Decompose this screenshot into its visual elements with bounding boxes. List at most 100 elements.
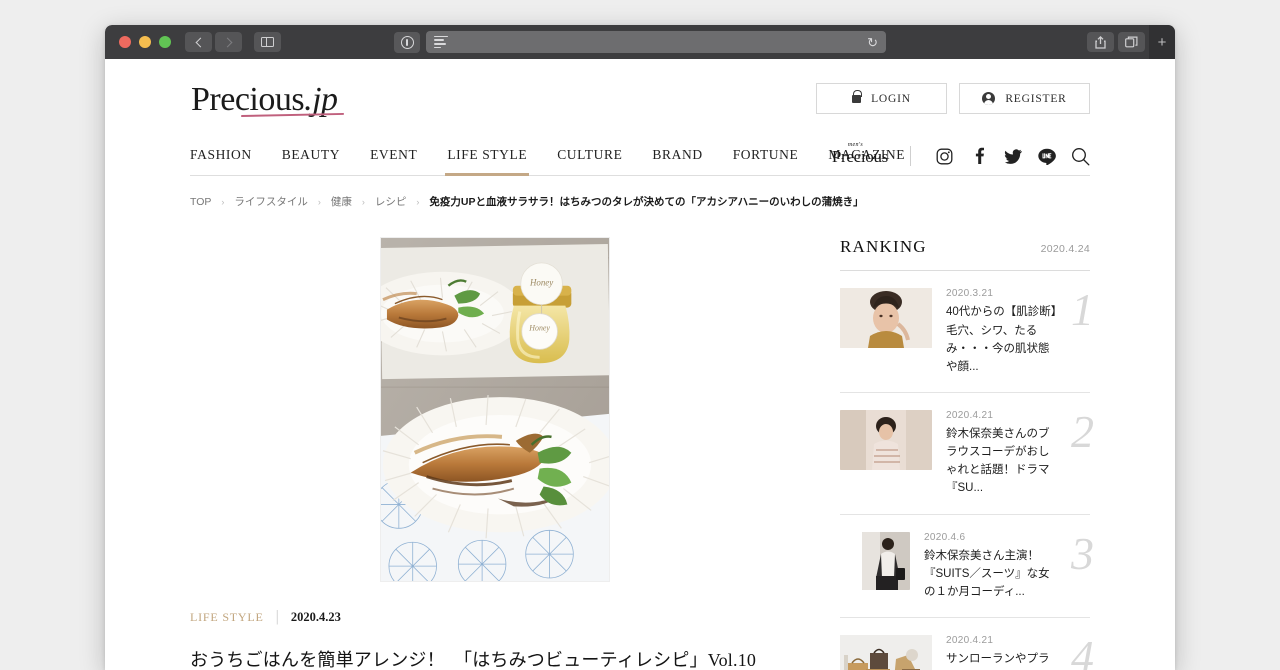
mens-precious-sup: men's: [847, 141, 863, 148]
ranking-item-body: 2020.4.6 鈴木保奈美さん主演！『SUITS／スーツ』な女の１か月コーディ…: [924, 532, 1090, 601]
sidebar-toggle-group: [254, 32, 281, 52]
twitter-icon[interactable]: [1003, 147, 1022, 166]
page-viewport: Precious.jp LOGIN REGISTER FASHION BEAUT…: [105, 59, 1175, 670]
ranking-item-date: 2020.3.21: [946, 288, 994, 300]
ranking-item-number: 2: [1071, 406, 1094, 458]
breadcrumb-separator: ›: [361, 196, 365, 207]
mens-precious-logo[interactable]: men's Precious: [831, 142, 888, 166]
auth-buttons: LOGIN REGISTER: [816, 83, 1090, 114]
ranking-thumbnail: [840, 635, 932, 670]
breadcrumb-separator: ›: [416, 196, 420, 207]
breadcrumb-item-top[interactable]: TOP: [190, 196, 211, 208]
site-logo[interactable]: Precious.jp: [191, 81, 338, 118]
breadcrumb-item-recipe[interactable]: レシピ: [375, 194, 407, 209]
facebook-icon[interactable]: [969, 147, 988, 166]
article-meta: LIFE STYLE | 2020.4.23: [190, 608, 800, 626]
article-category[interactable]: LIFE STYLE: [190, 610, 264, 625]
login-label: LOGIN: [871, 92, 911, 105]
register-label: REGISTER: [1005, 92, 1067, 105]
maximize-window-button[interactable]: [159, 36, 171, 48]
nav-item-culture[interactable]: CULTURE: [557, 147, 622, 175]
breadcrumb: TOP › ライフスタイル › 健康 › レシピ › 免疫力UPと血液サラサラ！…: [190, 194, 1090, 209]
ranking-item-number: 3: [1071, 527, 1094, 579]
sidebar-icon: [261, 37, 274, 47]
ranking-title: RANKING: [840, 237, 927, 257]
share-icon: [1095, 35, 1106, 49]
nav-item-life-style[interactable]: LIFE STYLE: [445, 147, 530, 177]
breadcrumb-item-lifestyle[interactable]: ライフスタイル: [234, 194, 308, 209]
ranking-item-title: 鈴木保奈美さん主演！『SUITS／スーツ』な女の１か月コーディ...: [924, 549, 1050, 598]
nav-item-fashion[interactable]: FASHION: [190, 147, 252, 175]
lock-icon: [852, 89, 863, 103]
chevron-left-icon: [195, 37, 205, 47]
ranking-item[interactable]: 2020.3.21 40代からの【肌診断】毛穴、シワ、たるみ・・・今の肌状態や顔…: [840, 271, 1094, 394]
nav-divider: [910, 146, 911, 167]
navigation-buttons: [185, 32, 242, 52]
ranking-item-body: 2020.3.21 40代からの【肌診断】毛穴、シワ、たるみ・・・今の肌状態や顔…: [946, 288, 1090, 376]
nav-item-brand[interactable]: BRAND: [652, 147, 702, 175]
article-subtitle: おうちごはんを簡単アレンジ！ 「はちみつビューティレシピ」Vol.10: [190, 650, 757, 670]
toolbar-right-group: +: [1087, 25, 1175, 59]
reader-view-icon[interactable]: [434, 35, 448, 49]
ranking-thumbnail: [840, 288, 932, 349]
new-tab-button[interactable]: +: [1149, 25, 1175, 59]
minimize-window-button[interactable]: [139, 36, 151, 48]
nav-item-fortune[interactable]: FORTUNE: [733, 147, 799, 175]
ranking-item-body: 2020.4.21 鈴木保奈美さんのブラウスコーデがおしゃれと話題！ドラマ『SU…: [946, 410, 1090, 498]
line-icon[interactable]: [1037, 147, 1056, 166]
breadcrumb-separator: ›: [221, 196, 225, 207]
ranking-item-title: サンローランやプラダなどから厳選！センスのいい「かごバッグ...: [946, 653, 1050, 666]
person-icon: [982, 92, 996, 105]
instagram-icon[interactable]: [935, 147, 954, 166]
site-logo-suffix: .jp: [304, 81, 338, 118]
breadcrumb-item-health[interactable]: 健康: [331, 194, 352, 209]
sidebar-ranking: RANKING 2020.4.24 2020.3.21 40代からの【肌診断】毛…: [840, 237, 1094, 670]
ranking-item-date: 2020.4.21: [946, 635, 994, 647]
breadcrumb-separator: ›: [317, 196, 321, 207]
article-date: 2020.4.23: [290, 609, 341, 624]
browser-window: ↻ + Precious.jp LOGIN REGISTER FASHION B…: [105, 25, 1175, 670]
ranking-item-title: 40代からの【肌診断】毛穴、シワ、たるみ・・・今の肌状態や顔...: [946, 306, 1057, 373]
ranking-date: 2020.4.24: [1040, 243, 1090, 256]
ranking-item[interactable]: 2020.4.21 鈴木保奈美さんのブラウスコーデがおしゃれと話題！ドラマ『SU…: [840, 393, 1094, 515]
ranking-thumbnail: [862, 531, 910, 590]
content-columns: Honey Honey LIFE STYLE | 2020.4.23 おうちごは…: [190, 237, 1094, 670]
sidebar-toggle-button[interactable]: [254, 32, 281, 52]
close-window-button[interactable]: [119, 36, 131, 48]
article-column: Honey Honey LIFE STYLE | 2020.4.23 おうちごは…: [190, 237, 800, 670]
ranking-item-date: 2020.4.6: [924, 531, 966, 543]
login-button[interactable]: LOGIN: [816, 83, 947, 114]
ranking-thumbnail: [840, 410, 932, 471]
ranking-item[interactable]: 2020.4.21 サンローランやプラダなどから厳選！センスのいい「かごバッグ.…: [840, 618, 1094, 670]
article-hero-image: Honey Honey: [380, 237, 610, 583]
mens-precious-main: Precious: [831, 146, 888, 166]
address-bar-group: ↻: [394, 31, 886, 53]
ranking-item-body: 2020.4.21 サンローランやプラダなどから厳選！センスのいい「かごバッグ.…: [946, 635, 1090, 670]
ranking-header: RANKING 2020.4.24: [840, 237, 1090, 272]
ranking-item-number: 4: [1071, 631, 1094, 670]
nav-item-event[interactable]: EVENT: [370, 147, 417, 175]
back-button[interactable]: [185, 32, 212, 52]
register-button[interactable]: REGISTER: [959, 83, 1090, 114]
share-button[interactable]: [1087, 32, 1114, 52]
ranking-item[interactable]: 2020.4.6 鈴木保奈美さん主演！『SUITS／スーツ』な女の１か月コーディ…: [840, 515, 1094, 619]
forward-button[interactable]: [215, 32, 242, 52]
nav-item-beauty[interactable]: BEAUTY: [282, 147, 340, 175]
privacy-report-button[interactable]: [394, 31, 420, 53]
tabs-icon: [1125, 36, 1138, 48]
site-header: Precious.jp LOGIN REGISTER: [190, 59, 1090, 118]
browser-toolbar: ↻ +: [105, 25, 1175, 59]
shield-icon: [400, 35, 414, 49]
nav-right-group: men's Precious: [831, 142, 1090, 167]
breadcrumb-item-current: 免疫力UPと血液サラサラ！はちみつのタレが決めての「アカシアハニーのいわしの蒲焼…: [429, 196, 864, 209]
main-navigation: FASHION BEAUTY EVENT LIFE STYLE CULTURE …: [190, 136, 1090, 177]
window-traffic-lights: [119, 36, 171, 48]
search-icon[interactable]: [1071, 147, 1090, 166]
svg-text:Honey: Honey: [528, 324, 550, 333]
show-tabs-button[interactable]: [1118, 32, 1145, 52]
ranking-item-number: 1: [1071, 284, 1094, 336]
site-logo-main: Precious: [191, 81, 305, 118]
address-bar[interactable]: ↻: [426, 31, 886, 53]
reload-icon[interactable]: ↻: [867, 36, 878, 49]
chevron-right-icon: [222, 37, 232, 47]
